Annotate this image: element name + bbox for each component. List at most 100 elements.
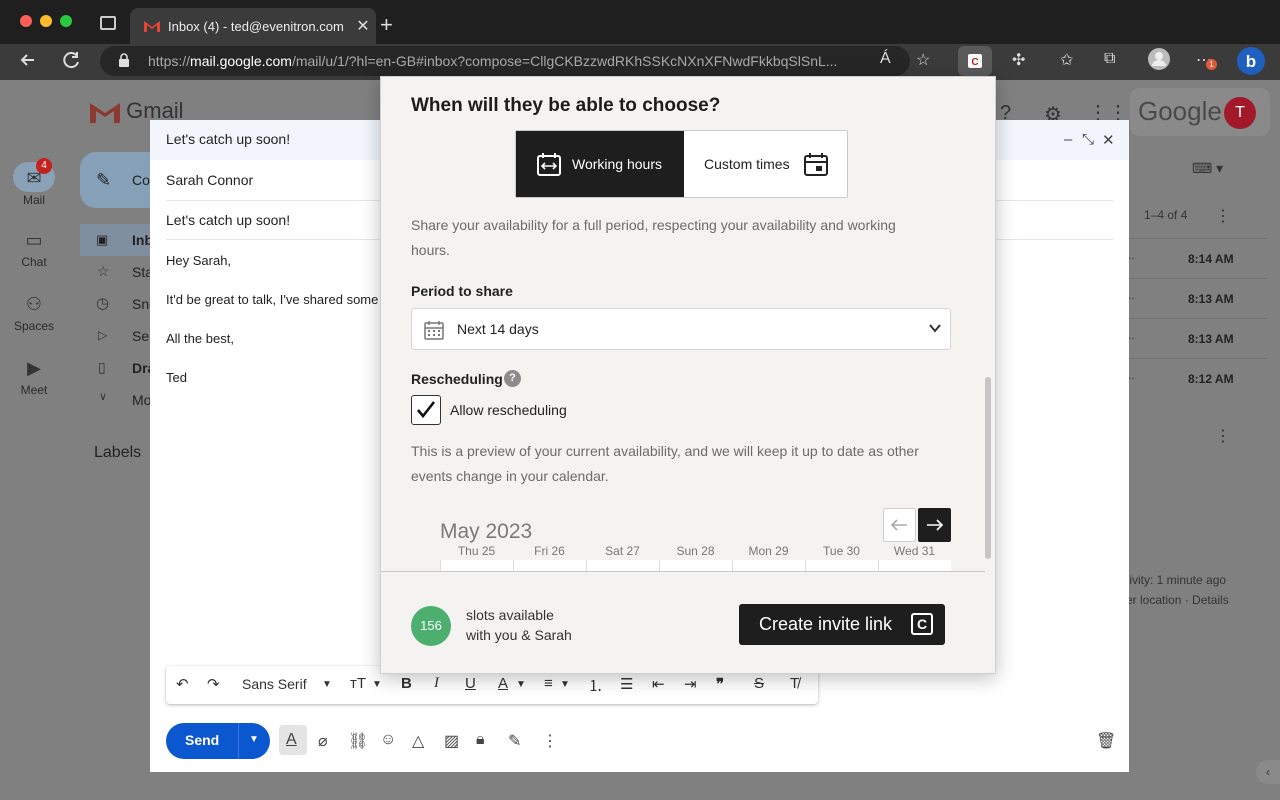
url-host: mail.google.com — [190, 53, 292, 69]
rail-chat[interactable]: ▭ Chat — [0, 230, 68, 269]
close-icon[interactable]: ✕ — [1102, 131, 1115, 149]
help-icon[interactable]: ? — [504, 370, 521, 387]
create-invite-link-button[interactable]: Create invite link C — [739, 604, 945, 645]
font-dropdown-icon[interactable]: ▼ — [322, 679, 332, 690]
working-hours-option[interactable]: Working hours — [516, 131, 684, 197]
calendar-extension-button[interactable]: C — [958, 46, 992, 76]
favorites-add-icon[interactable]: ☆ — [916, 50, 930, 70]
address-bar[interactable]: https://mail.google.com/mail/u/1/?hl=en-… — [100, 46, 910, 76]
bing-icon[interactable]: b — [1236, 46, 1266, 81]
recipient-field[interactable]: Sarah Connor — [166, 172, 253, 188]
availability-mode-toggle: Working hours Custom times — [515, 130, 848, 198]
bold-icon[interactable]: B — [401, 675, 412, 692]
rail-spaces[interactable]: ⚇ Spaces — [0, 294, 68, 333]
send-button[interactable]: Send ▼ — [166, 723, 270, 759]
extensions-icon[interactable]: ✣ — [1012, 50, 1025, 70]
redo-icon[interactable]: ↷ — [207, 675, 220, 693]
underline-icon[interactable]: U — [465, 675, 476, 692]
attach-icon[interactable]: ⌀ — [318, 731, 328, 751]
more-vert-icon[interactable]: ⋮ — [1215, 206, 1231, 226]
quote-icon[interactable]: ❞ — [716, 675, 724, 693]
emoji-icon[interactable]: ☺ — [380, 731, 396, 749]
period-select[interactable]: Next 14 days — [411, 308, 951, 350]
subject-field[interactable]: Let's catch up soon! — [166, 212, 290, 228]
body-line[interactable]: Hey Sarah, — [166, 253, 231, 268]
chevron-down-icon — [928, 321, 942, 335]
maximize-window-button[interactable] — [60, 15, 72, 27]
indent-less-icon[interactable]: ⇤ — [652, 675, 665, 693]
link-icon[interactable]: ⛓ — [348, 731, 368, 751]
popup-scrollbar[interactable] — [985, 377, 991, 559]
photo-icon[interactable]: ▨ — [444, 731, 459, 751]
scheduling-popup: When will they be able to choose? Workin… — [380, 76, 996, 674]
send-nav-icon: ▷ — [98, 328, 108, 342]
minimize-icon[interactable]: – — [1064, 131, 1072, 148]
email-time: 8:13 AM — [1188, 292, 1234, 306]
account-activity-details[interactable]: er location · Details — [1126, 593, 1229, 607]
remove-formatting-icon[interactable]: T̸ — [790, 675, 799, 692]
close-window-button[interactable] — [20, 15, 32, 27]
email-time: 8:12 AM — [1188, 372, 1234, 386]
rail-meet[interactable]: ▶ Meet — [0, 358, 68, 397]
avatar[interactable]: T — [1224, 97, 1256, 129]
italic-icon[interactable]: I — [434, 675, 439, 692]
rail-chat-label: Chat — [21, 255, 47, 269]
undo-icon[interactable]: ↶ — [176, 675, 189, 693]
exit-fullscreen-icon[interactable]: ⤡ — [1082, 131, 1094, 148]
text-color-icon[interactable]: A — [498, 675, 508, 692]
more-vert-icon[interactable]: ⋮ — [1215, 426, 1231, 446]
day-header: Mon 29 — [748, 544, 789, 558]
discard-trash-icon[interactable]: 🗑︎ — [1096, 731, 1116, 751]
row-snippet: .. — [1128, 288, 1135, 302]
send-divider — [238, 723, 239, 759]
size-dropdown-icon[interactable]: ▼ — [372, 679, 382, 690]
favorites-icon[interactable]: ✩ — [1060, 50, 1073, 70]
bulleted-list-icon[interactable]: ☰ — [620, 675, 633, 693]
align-dropdown-icon[interactable]: ▼ — [560, 679, 570, 690]
send-options-icon[interactable]: ▼ — [249, 734, 259, 745]
rail-spaces-label: Spaces — [13, 319, 55, 333]
signature-pen-icon[interactable]: ✎ — [508, 731, 521, 751]
email-time: 8:13 AM — [1188, 332, 1234, 346]
browser-tab[interactable]: Inbox (4) - ted@evenitron.com ✕ — [130, 8, 376, 44]
tab-close-icon[interactable]: ✕ — [350, 16, 376, 36]
more-options-icon[interactable]: ⋮ — [542, 731, 558, 751]
day-header: Fri 26 — [534, 544, 565, 558]
numbered-list-icon[interactable]: ⒈ — [588, 675, 603, 696]
align-icon[interactable]: ≡ — [544, 675, 553, 692]
allow-rescheduling-label: Allow rescheduling — [450, 402, 567, 418]
text-size-icon[interactable]: ᴛT — [350, 675, 366, 692]
chevron-down-icon: ∨ — [99, 391, 108, 403]
read-aloud-icon[interactable]: Á — [880, 50, 891, 68]
reload-icon[interactable] — [62, 50, 82, 75]
calendar-range-icon — [537, 152, 561, 176]
new-tab-button[interactable]: + — [380, 12, 393, 38]
url-prefix: https:// — [148, 53, 191, 69]
tab-actions-icon[interactable] — [100, 16, 116, 30]
collections-icon[interactable]: ⧉ — [1104, 50, 1115, 68]
keyboard-icon[interactable]: ⌨ ▾ — [1192, 160, 1223, 177]
email-time: 8:14 AM — [1188, 252, 1234, 266]
profile-icon[interactable] — [1148, 48, 1170, 75]
side-panel-toggle-icon[interactable]: ‹ — [1256, 760, 1280, 784]
allow-rescheduling-checkbox[interactable] — [411, 395, 441, 425]
back-icon[interactable] — [18, 50, 38, 75]
spaces-icon: ⚇ — [25, 294, 43, 314]
minimize-window-button[interactable] — [40, 15, 52, 27]
next-week-button[interactable] — [918, 508, 951, 542]
strikethrough-icon[interactable]: S — [754, 675, 764, 692]
body-line[interactable]: Ted — [166, 370, 187, 385]
drive-icon[interactable]: △ — [412, 731, 424, 751]
body-line[interactable]: All the best, — [166, 331, 234, 346]
font-select[interactable]: Sans Serif — [242, 676, 307, 692]
indent-more-icon[interactable]: ⇥ — [684, 675, 697, 693]
svg-text:b: b — [1246, 52, 1256, 71]
slots-count-badge: 156 — [411, 606, 451, 646]
rail-mail[interactable]: ✉ Mail — [0, 168, 68, 207]
previous-week-button[interactable] — [883, 508, 916, 542]
color-dropdown-icon[interactable]: ▼ — [516, 679, 526, 690]
custom-times-option[interactable]: Custom times — [684, 131, 847, 197]
body-line[interactable]: It'd be great to talk, I've shared some — [166, 292, 378, 307]
formatting-options-icon[interactable]: A — [286, 731, 297, 749]
confidential-lock-icon[interactable]: 🔒︎ — [476, 731, 485, 749]
